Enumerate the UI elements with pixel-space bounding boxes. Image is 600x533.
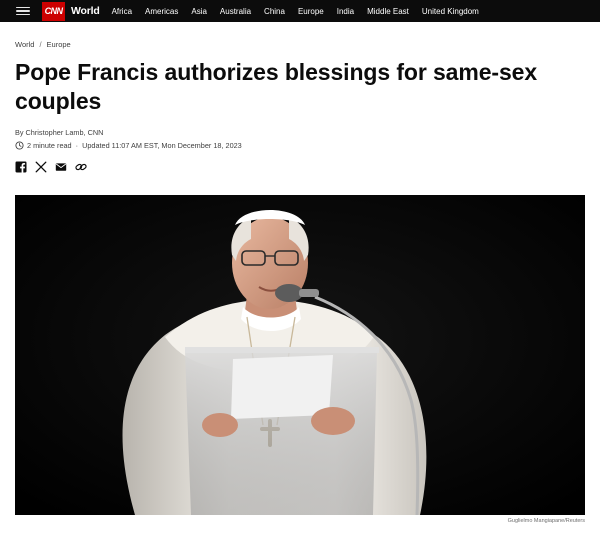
nav-links: Africa Americas Asia Australia China Eur… [112,7,492,16]
nav-link-americas[interactable]: Americas [145,7,178,16]
byline: By Christopher Lamb, CNN [15,128,104,137]
breadcrumb-separator: / [39,40,42,49]
x-icon[interactable] [35,161,47,173]
nav-link-australia[interactable]: Australia [220,7,251,16]
section-title[interactable]: World [71,5,100,17]
nav-link-middle-east[interactable]: Middle East [367,7,409,16]
facebook-icon[interactable] [15,161,27,173]
nav-link-india[interactable]: India [337,7,354,16]
nav-link-china[interactable]: China [264,7,285,16]
link-icon[interactable] [75,161,87,173]
nav-link-africa[interactable]: Africa [112,7,132,16]
share-bar [15,161,95,173]
menu-icon[interactable] [16,6,30,16]
breadcrumb-europe[interactable]: Europe [47,40,71,49]
pope-illustration [15,195,585,515]
page-title: Pope Francis authorizes blessings for sa… [15,59,538,114]
article-meta: 2 minute read · Updated 11:07 AM EST, Mo… [15,141,242,150]
nav-link-united-kingdom[interactable]: United Kingdom [422,7,479,16]
nav-link-asia[interactable]: Asia [191,7,207,16]
updated-timestamp: Updated 11:07 AM EST, Mon December 18, 2… [82,141,242,150]
email-icon[interactable] [55,161,67,173]
breadcrumb-world[interactable]: World [15,40,34,49]
cnn-logo[interactable]: CNN [42,1,65,21]
photo-credit: Guglielmo Mangiapane/Reuters [507,518,585,524]
clock-icon [15,141,24,150]
hero-photo [15,195,585,515]
read-time: 2 minute read [27,141,72,150]
top-nav: CNN World Africa Americas Asia Australia… [0,0,600,22]
nav-link-europe[interactable]: Europe [298,7,324,16]
meta-separator: · [75,141,79,150]
breadcrumb: World / Europe [15,40,71,49]
